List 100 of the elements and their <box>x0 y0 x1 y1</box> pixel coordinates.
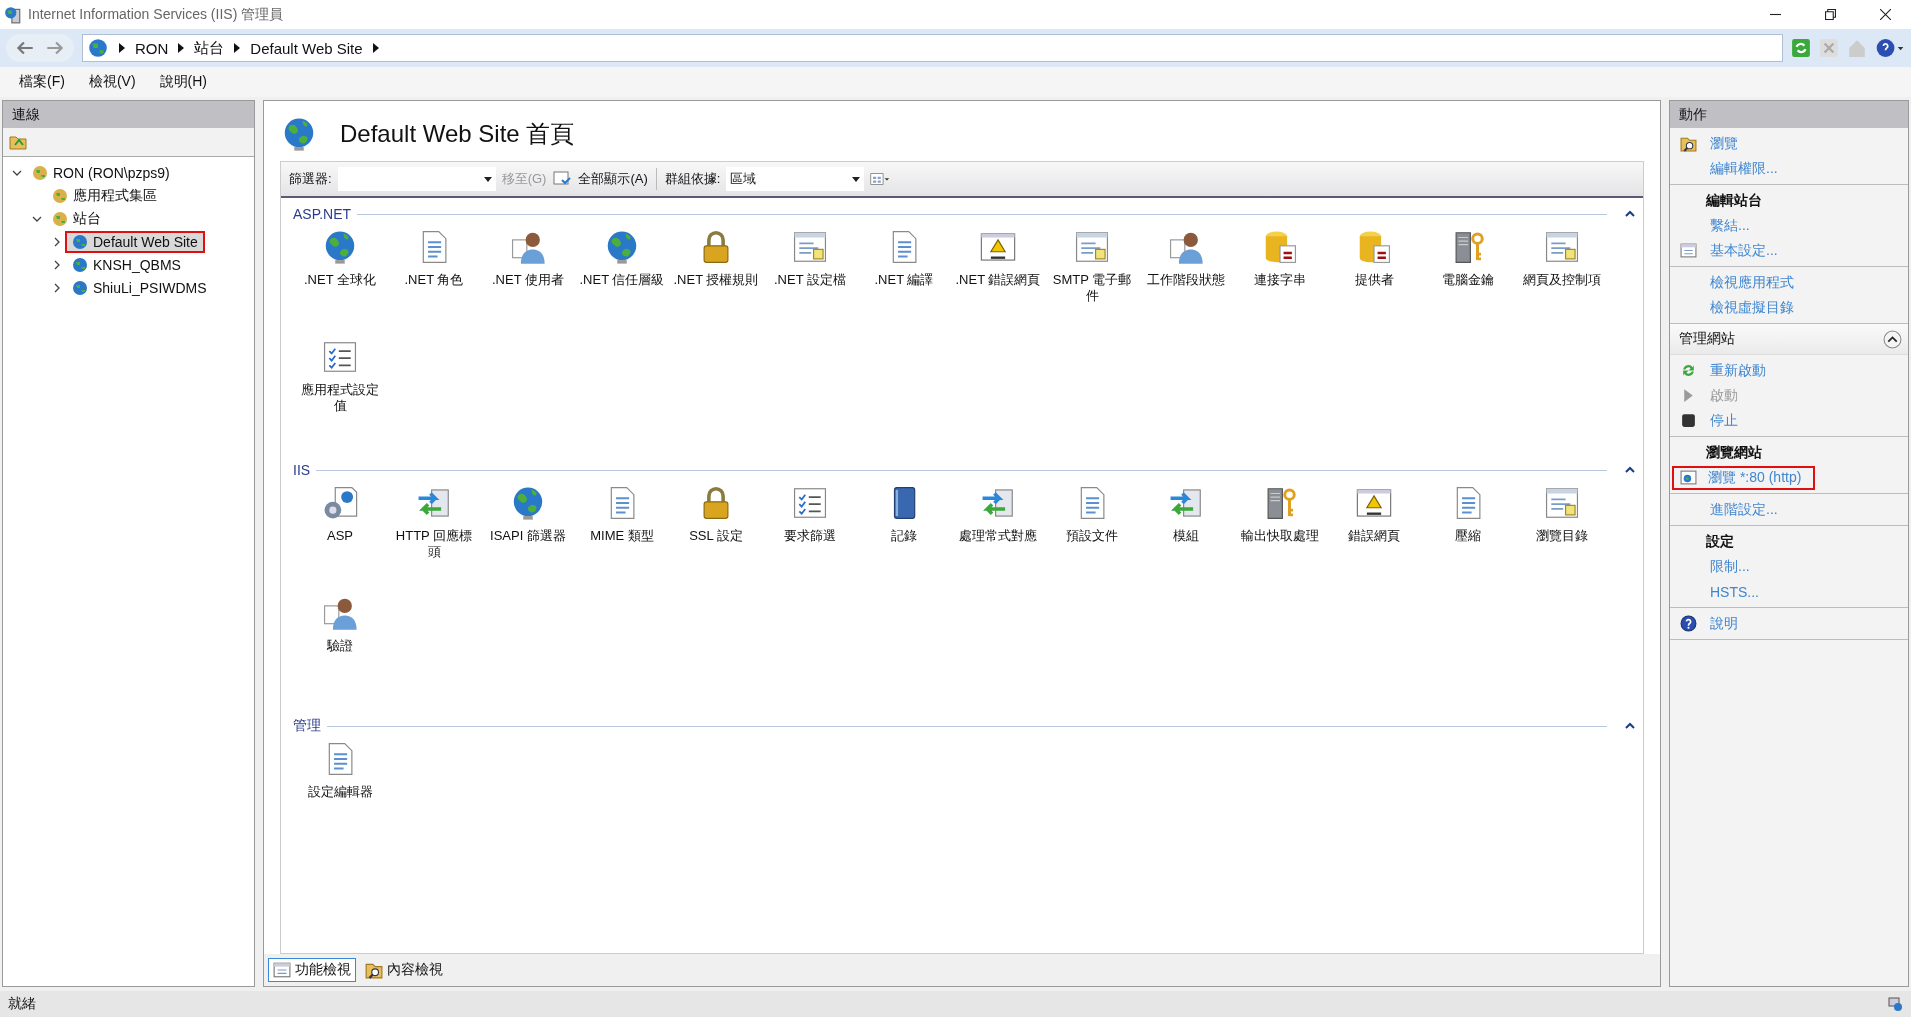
menu-item[interactable]: 檔案(F) <box>19 73 65 91</box>
folder-search-icon[interactable] <box>1679 135 1697 152</box>
feature-tile[interactable]: 壓縮 <box>1421 484 1515 594</box>
expand-chevron-icon[interactable] <box>52 282 62 293</box>
globe-icon <box>87 37 109 59</box>
tree-item[interactable]: 應用程式集區 <box>45 183 164 208</box>
expand-chevron-icon[interactable] <box>52 259 62 270</box>
show-all-button[interactable]: 全部顯示(A) <box>578 170 648 188</box>
section-header[interactable]: 管理網站 <box>1670 324 1908 355</box>
refresh-icon[interactable] <box>1791 38 1811 58</box>
address-bar[interactable]: RON 站台 Default Web Site <box>82 34 1783 62</box>
feature-tile[interactable]: 電腦金鑰 <box>1421 228 1515 338</box>
group-heading: 編輯站台 <box>1706 191 1762 210</box>
feature-tile[interactable]: 模組 <box>1139 484 1233 594</box>
action-link[interactable]: 繫結... <box>1706 213 1754 238</box>
collapse-icon[interactable] <box>1883 329 1902 349</box>
tree-item[interactable]: RON (RON\pzps9) <box>25 161 177 184</box>
group-heading: 瀏覽網站 <box>1706 443 1762 462</box>
feature-tile[interactable]: MIME 類型 <box>575 484 669 594</box>
feature-tile[interactable]: 設定編輯器 <box>293 740 387 850</box>
feature-tile[interactable]: ASP <box>293 484 387 594</box>
folder-icon[interactable] <box>9 133 27 151</box>
group-by-dropdown[interactable]: 區域 <box>726 167 865 191</box>
caret-icon[interactable] <box>178 43 185 53</box>
breadcrumb[interactable]: RON <box>135 39 169 57</box>
feature-tile[interactable]: SMTP 電子郵件 <box>1045 228 1139 338</box>
feature-tile[interactable]: .NET 編譯 <box>857 228 951 338</box>
menu-item[interactable]: 檢視(V) <box>88 73 136 91</box>
view-tab[interactable]: 內容檢視 <box>360 958 448 982</box>
action-link[interactable]: 瀏覽 *:80 (http) <box>1672 465 1816 490</box>
globe-icon <box>32 164 48 181</box>
expand-chevron-icon[interactable] <box>52 236 62 247</box>
feature-tile[interactable]: 瀏覽目錄 <box>1515 484 1609 594</box>
view-mode-icon[interactable] <box>870 170 891 188</box>
feature-tile[interactable]: .NET 設定檔 <box>763 228 857 338</box>
action-link[interactable]: 瀏覽 <box>1706 131 1742 156</box>
back-forward-buttons[interactable] <box>6 34 74 62</box>
section-title: 管理網站 <box>1679 330 1735 348</box>
filter-field[interactable] <box>337 167 496 191</box>
feature-tile[interactable]: .NET 信任層級 <box>575 228 669 338</box>
browser-icon[interactable] <box>1679 469 1697 486</box>
caret-icon[interactable] <box>119 43 125 53</box>
feature-tile[interactable]: 工作階段狀態 <box>1139 228 1233 338</box>
action-link[interactable]: 進階設定... <box>1706 497 1782 522</box>
feature-tile[interactable]: SSL 設定 <box>669 484 763 594</box>
tree-item[interactable]: Default Web Site <box>65 230 205 253</box>
dropdown-arrow-icon[interactable] <box>483 176 492 182</box>
globe-icon <box>72 233 88 250</box>
feature-tile[interactable]: 應用程式設定值 <box>293 338 387 448</box>
feature-tile[interactable]: 處理常式對應 <box>951 484 1045 594</box>
filter-label: 篩選器: <box>289 170 332 188</box>
feature-tile[interactable]: .NET 角色 <box>387 228 481 338</box>
feature-tile[interactable]: 輸出快取處理 <box>1233 484 1327 594</box>
folder-icon <box>365 961 383 979</box>
action-link[interactable]: HSTS... <box>1706 580 1763 603</box>
feature-tile[interactable]: 預設文件 <box>1045 484 1139 594</box>
view-tab[interactable]: 功能檢視 <box>268 958 356 982</box>
stop-icon[interactable] <box>1679 412 1697 429</box>
breadcrumb[interactable]: Default Web Site <box>250 39 363 57</box>
feature-tile[interactable]: 驗證 <box>293 594 387 704</box>
help-icon[interactable] <box>1875 38 1905 58</box>
help-icon[interactable] <box>1679 615 1697 632</box>
feature-tile[interactable]: 提供者 <box>1327 228 1421 338</box>
action-link[interactable]: 檢視虛擬目錄 <box>1706 295 1798 320</box>
feature-tile[interactable]: 連接字串 <box>1233 228 1327 338</box>
action-link[interactable]: 編輯權限... <box>1706 156 1782 181</box>
feature-tile[interactable]: .NET 使用者 <box>481 228 575 338</box>
action-link[interactable]: 檢視應用程式 <box>1706 270 1798 295</box>
group-heading: ASP.NET <box>293 206 352 222</box>
close-icon[interactable] <box>1880 9 1891 20</box>
action-link[interactable]: 說明 <box>1706 611 1742 636</box>
feature-tile[interactable]: ISAPI 篩選器 <box>481 484 575 594</box>
caret-icon[interactable] <box>372 43 379 53</box>
feature-tile[interactable]: .NET 全球化 <box>293 228 387 338</box>
restore-icon[interactable] <box>1825 9 1836 20</box>
feature-tile[interactable]: .NET 授權規則 <box>669 228 763 338</box>
feature-tile[interactable]: 記錄 <box>857 484 951 594</box>
tree-item[interactable]: KNSH_QBMS <box>65 253 188 276</box>
tree-item[interactable]: 站台 <box>45 206 108 231</box>
collapse-caret-icon[interactable] <box>1625 210 1635 218</box>
breadcrumb[interactable]: 站台 <box>194 38 225 58</box>
collapse-caret-icon[interactable] <box>1625 466 1635 474</box>
feature-tile[interactable]: HTTP 回應標頭 <box>387 484 481 594</box>
action-link[interactable]: 限制... <box>1706 554 1754 579</box>
feature-tile[interactable]: 錯誤網頁 <box>1327 484 1421 594</box>
action-link[interactable]: 重新啟動 <box>1706 358 1770 383</box>
group-heading: 管理 <box>293 717 321 735</box>
feature-tile[interactable]: 網頁及控制項 <box>1515 228 1609 338</box>
show-all-icon[interactable] <box>552 170 573 188</box>
window-icon[interactable] <box>1679 242 1697 259</box>
tree-item[interactable]: ShiuLi_PSIWDMS <box>65 276 214 299</box>
feature-tile[interactable]: 要求篩選 <box>763 484 857 594</box>
dropdown-arrow-icon[interactable] <box>852 176 861 182</box>
caret-icon[interactable] <box>234 43 241 53</box>
menu-item[interactable]: 說明(H) <box>159 73 207 91</box>
action-link[interactable]: 基本設定... <box>1706 238 1782 263</box>
feature-tile[interactable]: .NET 錯誤網頁 <box>951 228 1045 338</box>
collapse-caret-icon[interactable] <box>1625 722 1635 730</box>
action-link[interactable]: 停止 <box>1706 408 1742 433</box>
page-title: Default Web Site 首頁 <box>340 119 575 149</box>
